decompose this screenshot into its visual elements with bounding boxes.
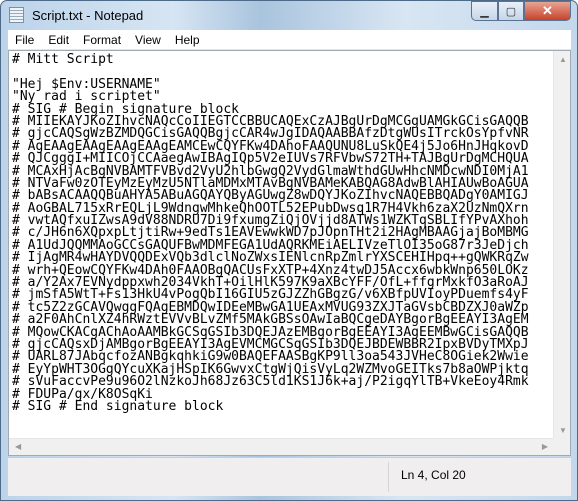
horizontal-scrollbar[interactable]: ◀ ▶ (9, 438, 554, 455)
scroll-down-icon[interactable]: ▼ (559, 426, 567, 435)
maximize-button[interactable]: ▢ (498, 1, 524, 21)
scroll-left-icon[interactable]: ◀ (15, 442, 21, 451)
window-title: Script.txt - Notepad (32, 7, 144, 23)
document-text[interactable]: # Mitt Script "Hej $Env:USERNAME" "Ny rad … (12, 52, 529, 414)
notepad-icon (9, 7, 24, 23)
scrollbar-corner (553, 438, 570, 455)
minimize-button[interactable]: ▁ (471, 1, 498, 21)
notepad-window: Script.txt - Notepad ▁ ▢ ✕ File Edit For… (0, 0, 578, 501)
title-bar: Script.txt - Notepad (9, 1, 143, 29)
text-line: # Mitt Script (12, 52, 114, 67)
menu-bar: File Edit Format View Help (8, 30, 571, 50)
text-line: # SIG # End signature block (12, 398, 224, 414)
scroll-up-icon[interactable]: ▲ (559, 55, 567, 64)
menu-file[interactable]: File (8, 33, 41, 47)
status-bar: Ln 4, Col 20 (8, 457, 571, 496)
menu-edit[interactable]: Edit (41, 33, 76, 47)
menu-view[interactable]: View (128, 33, 168, 47)
cursor-position: Ln 4, Col 20 (401, 468, 466, 482)
scroll-right-icon[interactable]: ▶ (542, 442, 548, 451)
menu-format[interactable]: Format (76, 33, 128, 47)
text-editor[interactable]: # Mitt Script "Hej $Env:USERNAME" "Ny rad … (8, 50, 571, 456)
close-button[interactable]: ✕ (524, 1, 571, 21)
menu-help[interactable]: Help (168, 33, 207, 47)
vertical-scrollbar[interactable]: ▲ ▼ (553, 51, 570, 455)
